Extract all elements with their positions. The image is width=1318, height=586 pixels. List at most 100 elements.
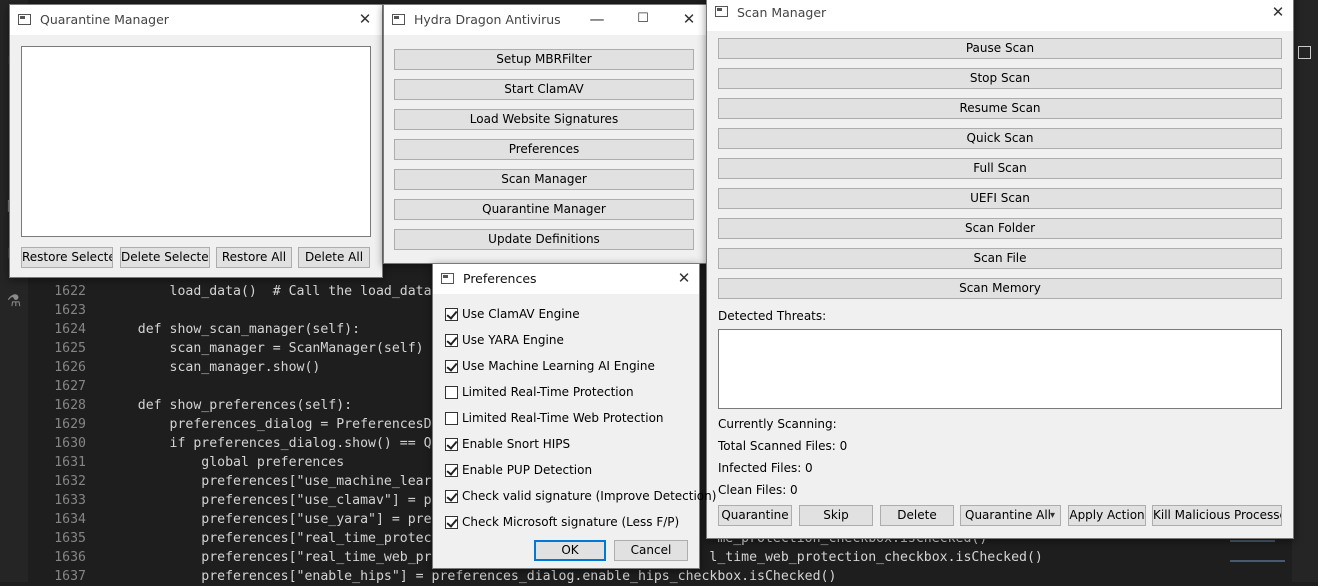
stop-scan-button[interactable]: Stop Scan bbox=[718, 68, 1282, 89]
line-number: 1622 bbox=[54, 284, 86, 299]
app-icon bbox=[392, 14, 405, 25]
code-text: scan_manager.show() bbox=[106, 360, 321, 375]
close-icon[interactable]: ✕ bbox=[676, 8, 702, 30]
delete-all-button[interactable]: Delete All bbox=[298, 247, 370, 268]
checkbox[interactable] bbox=[445, 464, 458, 477]
checkbox[interactable] bbox=[445, 438, 458, 451]
code-text: load_data() # Call the load_data bbox=[106, 284, 432, 299]
line-number: 1631 bbox=[54, 455, 86, 470]
checkbox-label: Check Microsoft signature (Less F/P) bbox=[462, 515, 680, 529]
ok-button[interactable]: OK bbox=[534, 540, 606, 561]
line-number: 1630 bbox=[54, 436, 86, 451]
line-number: 1624 bbox=[54, 322, 86, 337]
window-title: Hydra Dragon Antivirus bbox=[414, 12, 561, 27]
action-select[interactable]: Quarantine All ▾ bbox=[960, 505, 1061, 526]
preferences-titlebar[interactable]: Preferences ✕ bbox=[433, 264, 699, 294]
preference-option[interactable]: Use YARA Engine bbox=[445, 332, 690, 350]
clean-files-label: Clean Files: 0 bbox=[718, 483, 798, 497]
preference-option[interactable]: Enable PUP Detection bbox=[445, 462, 690, 480]
start-clamav-button[interactable]: Start ClamAV bbox=[394, 79, 694, 100]
restore-selected-button[interactable]: Restore Selected bbox=[21, 247, 113, 268]
line-number: 1632 bbox=[54, 474, 86, 489]
action-select-value: Quarantine All bbox=[965, 508, 1052, 522]
preference-option[interactable]: Check valid signature (Improve Detection… bbox=[445, 488, 716, 506]
line-number: 1634 bbox=[54, 512, 86, 527]
scan-folder-button[interactable]: Scan Folder bbox=[718, 218, 1282, 239]
maximize-icon[interactable]: ☐ bbox=[630, 8, 656, 30]
pause-scan-button[interactable]: Pause Scan bbox=[718, 38, 1282, 59]
checkbox[interactable] bbox=[445, 490, 458, 503]
main-titlebar[interactable]: Hydra Dragon Antivirus — ☐ ✕ bbox=[384, 5, 706, 35]
preference-option[interactable]: Use Machine Learning AI Engine bbox=[445, 358, 690, 376]
setup-mbrfilter-button[interactable]: Setup MBRFilter bbox=[394, 49, 694, 70]
skip-button[interactable]: Skip bbox=[799, 505, 873, 526]
code-text: global preferences bbox=[106, 455, 345, 470]
preference-option[interactable]: Limited Real-Time Web Protection bbox=[445, 410, 690, 428]
load-website-signatures-button[interactable]: Load Website Signatures bbox=[394, 109, 694, 130]
checkbox[interactable] bbox=[445, 308, 458, 321]
checkbox-label: Enable Snort HIPS bbox=[462, 437, 571, 451]
resume-scan-button[interactable]: Resume Scan bbox=[718, 98, 1282, 119]
flask-icon[interactable]: ⚗ bbox=[5, 292, 23, 310]
preferences-button[interactable]: Preferences bbox=[394, 139, 694, 160]
detected-threats-label: Detected Threats: bbox=[718, 309, 827, 323]
line-number: 1626 bbox=[54, 360, 86, 375]
delete-button[interactable]: Delete bbox=[880, 505, 954, 526]
line-number: 1628 bbox=[54, 398, 86, 413]
scan-manager-button[interactable]: Scan Manager bbox=[394, 169, 694, 190]
app-icon bbox=[441, 273, 454, 284]
preference-option[interactable]: Check Microsoft signature (Less F/P) bbox=[445, 514, 690, 532]
preference-option[interactable]: Limited Real-Time Protection bbox=[445, 384, 690, 402]
quarantine-list[interactable] bbox=[21, 46, 371, 237]
scan-file-button[interactable]: Scan File bbox=[718, 248, 1282, 269]
line-number: 1636 bbox=[54, 550, 86, 565]
update-definitions-button[interactable]: Update Definitions bbox=[394, 229, 694, 250]
preference-option[interactable]: Use ClamAV Engine bbox=[445, 306, 690, 324]
quarantine-titlebar[interactable]: Quarantine Manager ✕ bbox=[10, 5, 382, 35]
line-number: 1625 bbox=[54, 341, 86, 356]
line-number: 1623 bbox=[54, 303, 86, 318]
quick-scan-button[interactable]: Quick Scan bbox=[718, 128, 1282, 149]
checkbox-label: Limited Real-Time Protection bbox=[462, 385, 634, 399]
checkbox[interactable] bbox=[445, 516, 458, 529]
split-editor-icon[interactable] bbox=[1298, 46, 1311, 59]
quarantine-button[interactable]: Quarantine bbox=[718, 505, 792, 526]
code-line: 1624 def show_scan_manager(self): bbox=[28, 320, 360, 339]
checkbox-label: Use Machine Learning AI Engine bbox=[462, 359, 655, 373]
close-icon[interactable]: ✕ bbox=[671, 267, 697, 289]
cancel-button[interactable]: Cancel bbox=[614, 540, 688, 561]
code-text: preferences["use_machine_learn bbox=[106, 474, 440, 489]
kill-processes-button[interactable]: Kill Malicious Processes bbox=[1152, 505, 1282, 526]
checkbox[interactable] bbox=[445, 360, 458, 373]
preference-option[interactable]: Enable Snort HIPS bbox=[445, 436, 690, 454]
detected-threats-list[interactable] bbox=[718, 329, 1282, 409]
scan-memory-button[interactable]: Scan Memory bbox=[718, 278, 1282, 299]
apply-action-button[interactable]: Apply Action bbox=[1068, 505, 1146, 526]
code-line: 1622 load_data() # Call the load_data bbox=[28, 282, 432, 301]
code-line: 1634 preferences["use_yara"] = pre bbox=[28, 510, 431, 529]
quarantine-manager-button[interactable]: Quarantine Manager bbox=[394, 199, 694, 220]
close-icon[interactable]: ✕ bbox=[352, 8, 378, 30]
line-number: 1629 bbox=[54, 417, 86, 432]
minimize-icon[interactable]: — bbox=[584, 8, 610, 30]
checkbox-label: Use ClamAV Engine bbox=[462, 307, 580, 321]
uefi-scan-button[interactable]: UEFI Scan bbox=[718, 188, 1282, 209]
full-scan-button[interactable]: Full Scan bbox=[718, 158, 1282, 179]
close-icon[interactable]: ✕ bbox=[1265, 1, 1291, 23]
checkbox[interactable] bbox=[445, 386, 458, 399]
scan-manager-titlebar[interactable]: Scan Manager ✕ bbox=[707, 0, 1293, 31]
code-line: 1632 preferences["use_machine_learn bbox=[28, 472, 439, 491]
checkbox[interactable] bbox=[445, 412, 458, 425]
checkbox-label: Limited Real-Time Web Protection bbox=[462, 411, 664, 425]
code-text: preferences["use_clamav"] = pr bbox=[106, 493, 440, 508]
checkbox[interactable] bbox=[445, 334, 458, 347]
chevron-down-icon: ▾ bbox=[1049, 510, 1055, 521]
line-number: 1633 bbox=[54, 493, 86, 508]
code-line: 1631 global preferences bbox=[28, 453, 344, 472]
delete-selected-button[interactable]: Delete Selected bbox=[120, 247, 210, 268]
code-text: def show_scan_manager(self): bbox=[106, 322, 361, 337]
code-line: 1625 scan_manager = ScanManager(self) bbox=[28, 339, 423, 358]
restore-all-button[interactable]: Restore All bbox=[216, 247, 292, 268]
code-line: 1630 if preferences_dialog.show() == QD bbox=[28, 434, 439, 453]
preferences-dialog: Preferences ✕ Use ClamAV Engine Use YARA … bbox=[432, 263, 716, 569]
